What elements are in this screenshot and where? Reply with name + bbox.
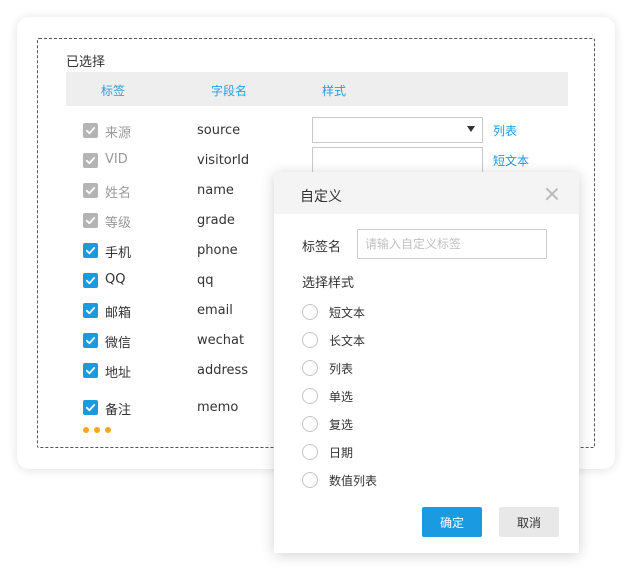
row-label: 姓名 xyxy=(105,186,132,201)
selected-title: 已选择 xyxy=(66,55,106,70)
check-icon xyxy=(85,404,96,412)
row-checkbox xyxy=(83,213,98,228)
header-field: 字段名 xyxy=(211,84,248,98)
style-option-label: 数值列表 xyxy=(329,473,378,488)
row-field-name: memo xyxy=(197,400,239,415)
row-label: 邮箱 xyxy=(105,306,132,321)
radio-button[interactable] xyxy=(302,388,318,404)
close-icon[interactable] xyxy=(545,187,559,201)
row-label: 手机 xyxy=(105,246,132,261)
row-label: 等级 xyxy=(105,216,132,231)
check-icon xyxy=(85,247,96,255)
style-select[interactable] xyxy=(312,117,483,143)
row-field-name: name xyxy=(197,183,234,198)
row-checkbox xyxy=(83,153,98,168)
row-field-name: grade xyxy=(197,213,235,228)
check-icon xyxy=(85,307,96,315)
custom-dialog: 自定义 标签名 选择样式 短文本长文本列表单选复选日期数值列表 确定 取消 xyxy=(274,172,579,553)
check-icon xyxy=(85,187,96,195)
style-input[interactable] xyxy=(312,147,483,173)
style-option[interactable]: 数值列表 xyxy=(302,471,377,489)
row-label: VID xyxy=(105,152,128,167)
style-option[interactable]: 复选 xyxy=(302,415,353,433)
check-icon xyxy=(85,277,96,285)
row-field-name: email xyxy=(197,303,233,318)
style-option-label: 列表 xyxy=(329,361,354,376)
style-option-label: 复选 xyxy=(329,417,354,432)
row-checkbox xyxy=(83,123,98,138)
row-checkbox[interactable] xyxy=(83,400,98,415)
check-icon xyxy=(85,217,96,225)
check-icon xyxy=(85,127,96,135)
row-label: 地址 xyxy=(105,366,132,381)
cancel-button[interactable]: 取消 xyxy=(499,507,559,537)
radio-button[interactable] xyxy=(302,360,318,376)
tag-name-input[interactable] xyxy=(357,229,547,259)
confirm-button[interactable]: 确定 xyxy=(422,507,482,537)
radio-button[interactable] xyxy=(302,416,318,432)
check-icon xyxy=(85,367,96,375)
style-option[interactable]: 列表 xyxy=(302,359,353,377)
style-link-list[interactable]: 列表 xyxy=(493,122,517,139)
row-label: QQ xyxy=(105,272,126,287)
style-option[interactable]: 日期 xyxy=(302,443,353,461)
style-option-label: 短文本 xyxy=(329,305,366,320)
dialog-header: 自定义 xyxy=(274,172,579,214)
style-option-label: 单选 xyxy=(329,389,354,404)
style-option[interactable]: 单选 xyxy=(302,387,353,405)
row-field-name: phone xyxy=(197,243,238,258)
row-checkbox[interactable] xyxy=(83,273,98,288)
row-label: 来源 xyxy=(105,126,132,141)
row-label: 备注 xyxy=(105,403,132,418)
more-dots-icon[interactable] xyxy=(83,427,111,433)
style-section-title: 选择样式 xyxy=(302,276,355,291)
row-field-name: source xyxy=(197,123,241,138)
radio-button[interactable] xyxy=(302,472,318,488)
dialog-title: 自定义 xyxy=(300,189,342,205)
row-checkbox[interactable] xyxy=(83,363,98,378)
row-checkbox[interactable] xyxy=(83,243,98,258)
row-label: 微信 xyxy=(105,336,132,351)
check-icon xyxy=(85,157,96,165)
row-field-name: qq xyxy=(197,273,214,288)
row-checkbox[interactable] xyxy=(83,303,98,318)
tag-name-label: 标签名 xyxy=(302,240,342,255)
style-option[interactable]: 短文本 xyxy=(302,303,365,321)
radio-button[interactable] xyxy=(302,304,318,320)
row-checkbox[interactable] xyxy=(83,333,98,348)
radio-button[interactable] xyxy=(302,444,318,460)
check-icon xyxy=(85,337,96,345)
header-label: 标签 xyxy=(101,84,126,98)
header-style: 样式 xyxy=(322,84,347,98)
caret-down-icon xyxy=(467,126,475,132)
row-field-name: address xyxy=(197,363,249,378)
style-option-label: 长文本 xyxy=(329,333,366,348)
table-header: 标签 字段名 样式 xyxy=(66,72,568,106)
style-option[interactable]: 长文本 xyxy=(302,331,365,349)
radio-button[interactable] xyxy=(302,332,318,348)
style-option-label: 日期 xyxy=(329,445,354,460)
row-field-name: visitorId xyxy=(197,153,250,168)
style-link-short-text[interactable]: 短文本 xyxy=(493,152,529,169)
row-checkbox xyxy=(83,183,98,198)
row-field-name: wechat xyxy=(197,333,245,348)
